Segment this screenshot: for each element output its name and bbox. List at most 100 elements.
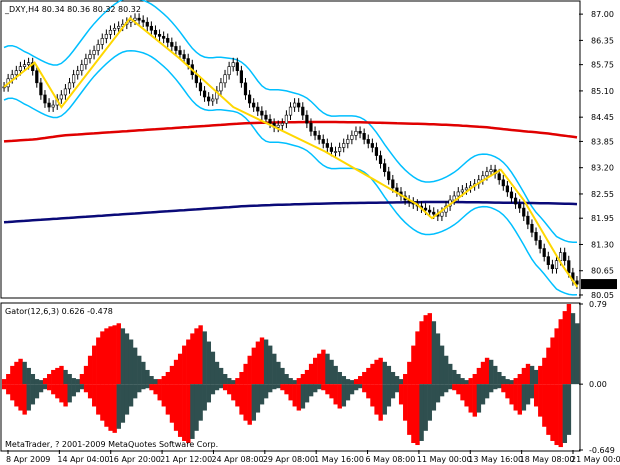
candle-body[interactable] — [456, 191, 460, 197]
candle-body[interactable] — [252, 102, 256, 108]
candle-body[interactable] — [460, 189, 464, 193]
candle-body[interactable] — [84, 58, 88, 65]
candle-body[interactable] — [526, 215, 530, 225]
candle-body[interactable] — [227, 66, 231, 76]
candle-body[interactable] — [489, 169, 493, 173]
candle-body[interactable] — [112, 27, 117, 31]
candle-body[interactable] — [309, 122, 313, 132]
candle-body[interactable] — [505, 185, 509, 193]
candle-body[interactable] — [63, 88, 68, 96]
candle-body[interactable] — [22, 64, 27, 67]
candle-body[interactable] — [108, 29, 113, 35]
candle-body[interactable] — [88, 54, 92, 59]
candle-body[interactable] — [174, 46, 178, 51]
candle-body[interactable] — [554, 260, 559, 270]
candle-body[interactable] — [247, 94, 252, 104]
candle-body[interactable] — [170, 42, 174, 47]
candle-body[interactable] — [51, 104, 55, 108]
candle-body[interactable] — [194, 74, 198, 84]
candle-body[interactable] — [325, 143, 329, 148]
candle-body[interactable] — [538, 240, 542, 249]
candle-body[interactable] — [26, 62, 31, 65]
candle-body[interactable] — [440, 211, 444, 217]
candle-body[interactable] — [141, 19, 145, 23]
candle-body[interactable] — [546, 256, 550, 265]
candle-body[interactable] — [428, 209, 432, 213]
candle-body[interactable] — [378, 155, 383, 164]
candle-body[interactable] — [317, 135, 321, 140]
candle-body[interactable] — [383, 163, 387, 173]
candle-body[interactable] — [76, 70, 80, 76]
candle-body[interactable] — [256, 106, 260, 112]
candle-body[interactable] — [14, 70, 18, 76]
candle-body[interactable] — [333, 151, 338, 153]
candle-body[interactable] — [522, 207, 526, 217]
candle-body[interactable] — [284, 114, 289, 124]
candle-body[interactable] — [39, 82, 43, 96]
candle-body[interactable] — [18, 66, 23, 71]
candle-body[interactable] — [211, 98, 215, 102]
candle-body[interactable] — [550, 264, 555, 270]
candle-body[interactable] — [292, 102, 297, 108]
candle-body[interactable] — [47, 102, 51, 108]
candle-body[interactable] — [198, 82, 203, 92]
candle-body[interactable] — [239, 70, 243, 84]
candle-body[interactable] — [67, 82, 72, 90]
candle-body[interactable] — [301, 106, 305, 116]
candle-body[interactable] — [567, 260, 571, 274]
candle-body[interactable] — [501, 179, 505, 187]
candle-body[interactable] — [518, 203, 522, 209]
candle-body[interactable] — [166, 38, 170, 43]
candle-body[interactable] — [186, 58, 190, 65]
candle-body[interactable] — [370, 143, 374, 148]
candle-body[interactable] — [264, 114, 268, 120]
candle-body[interactable] — [260, 110, 264, 116]
candle-body[interactable] — [59, 94, 63, 100]
candle-body[interactable] — [117, 25, 121, 29]
candle-body[interactable] — [268, 118, 272, 124]
candle-body[interactable] — [387, 171, 391, 181]
candle-body[interactable] — [391, 179, 395, 189]
candle-body[interactable] — [145, 21, 149, 27]
candle-body[interactable] — [100, 38, 104, 45]
candle-body[interactable] — [72, 74, 76, 84]
candle-body[interactable] — [338, 147, 342, 152]
candle-body[interactable] — [92, 50, 96, 55]
candle-body[interactable] — [423, 207, 428, 211]
candle-body[interactable] — [366, 139, 370, 144]
candle-body[interactable] — [178, 50, 182, 55]
candle-body[interactable] — [497, 173, 501, 181]
candle-body[interactable] — [346, 139, 350, 144]
candle-body[interactable] — [35, 70, 39, 84]
candle-body[interactable] — [157, 34, 162, 37]
candle-body[interactable] — [43, 94, 47, 104]
candle-body[interactable] — [362, 133, 366, 140]
candle-body[interactable] — [207, 96, 211, 102]
candle-body[interactable] — [464, 187, 469, 191]
candle-body[interactable] — [133, 17, 137, 21]
candle-body[interactable] — [297, 102, 301, 108]
candle-body[interactable] — [162, 36, 166, 39]
candle-body[interactable] — [563, 252, 567, 261]
candle-body[interactable] — [80, 64, 84, 71]
candle-body[interactable] — [329, 147, 334, 152]
candle-body[interactable] — [104, 34, 108, 39]
candle-body[interactable] — [509, 191, 514, 199]
candle-body[interactable] — [153, 29, 158, 35]
candle-body[interactable] — [313, 131, 317, 136]
candle-body[interactable] — [321, 139, 325, 144]
candle-body[interactable] — [235, 62, 239, 71]
candle-body[interactable] — [305, 114, 309, 124]
candle-body[interactable] — [358, 131, 362, 134]
candle-body[interactable] — [276, 124, 280, 128]
candle-body[interactable] — [243, 82, 248, 96]
candle-body[interactable] — [350, 135, 354, 140]
candle-body[interactable] — [231, 62, 235, 67]
candle-body[interactable] — [182, 54, 186, 59]
candle-body[interactable] — [149, 25, 153, 31]
candle-body[interactable] — [96, 44, 100, 51]
candle-body[interactable] — [137, 17, 141, 21]
candle-body[interactable] — [432, 211, 436, 215]
candle-body[interactable] — [342, 143, 346, 148]
candle-body[interactable] — [10, 74, 14, 80]
